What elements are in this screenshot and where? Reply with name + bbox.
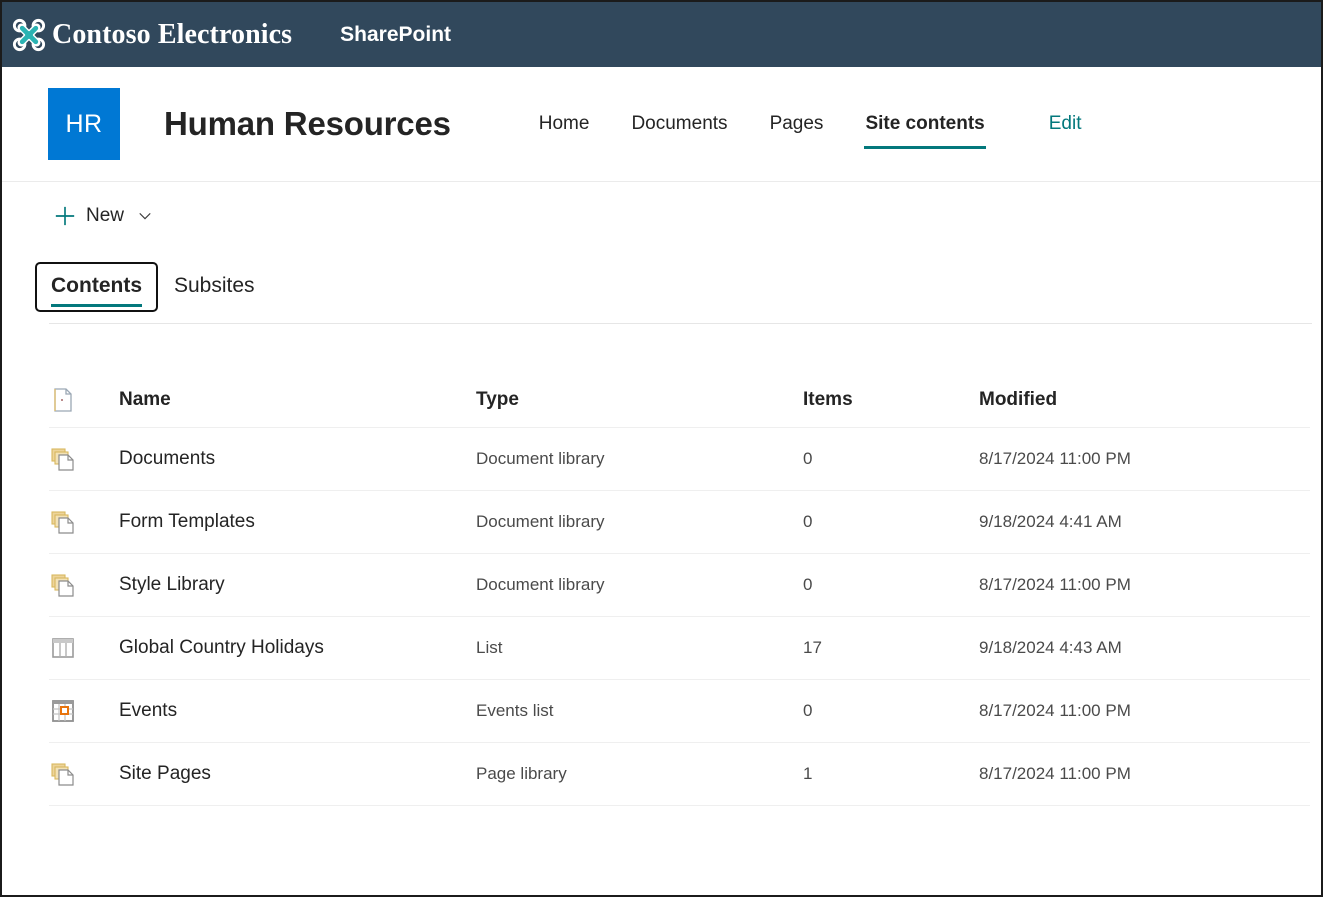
site-header: HR Human Resources Home Documents Pages …: [2, 67, 1321, 182]
column-header-name[interactable]: Name: [119, 389, 476, 411]
row-icon-cell: [49, 508, 119, 536]
plus-icon: [54, 205, 76, 227]
row-modified: 8/17/2024 11:00 PM: [979, 449, 1310, 469]
site-contents-table: Name Type Items Modified Documents Docum…: [49, 372, 1310, 806]
tab-subsites[interactable]: Subsites: [158, 262, 271, 312]
tab-contents-label: Contents: [51, 274, 142, 297]
table-row[interactable]: Form Templates Document library 0 9/18/2…: [49, 491, 1310, 554]
table-header-row: Name Type Items Modified: [49, 372, 1310, 428]
row-name-site-pages[interactable]: Site Pages: [119, 763, 476, 785]
row-items: 1: [803, 764, 979, 784]
column-header-items[interactable]: Items: [803, 389, 979, 411]
row-type: Document library: [476, 575, 803, 595]
nav-item-site-contents[interactable]: Site contents: [844, 107, 1005, 141]
row-icon-cell: [49, 760, 119, 788]
new-button-label: New: [86, 205, 124, 227]
row-items: 0: [803, 449, 979, 469]
document-library-icon: [49, 508, 77, 536]
row-type: Document library: [476, 449, 803, 469]
table-row[interactable]: Style Library Document library 0 8/17/20…: [49, 554, 1310, 617]
row-modified: 8/17/2024 11:00 PM: [979, 764, 1310, 784]
command-bar: New: [2, 182, 1321, 250]
brand-area[interactable]: Contoso Electronics: [12, 18, 292, 52]
row-items: 17: [803, 638, 979, 658]
row-icon-cell: [49, 634, 119, 662]
table-row[interactable]: Site Pages Page library 1 8/17/2024 11:0…: [49, 743, 1310, 806]
row-icon-cell: [49, 445, 119, 473]
suite-bar: Contoso Electronics SharePoint: [2, 2, 1321, 67]
document-library-icon: [49, 571, 77, 599]
tab-contents[interactable]: Contents: [35, 262, 158, 312]
nav-item-pages[interactable]: Pages: [749, 107, 845, 141]
document-icon: [49, 386, 77, 414]
row-items: 0: [803, 512, 979, 532]
suite-app-name[interactable]: SharePoint: [340, 23, 451, 47]
tab-contents-underline: [51, 304, 142, 307]
pivot-tabs-area: Contents Subsites: [2, 250, 1321, 324]
sharepoint-site-contents-page: Contoso Electronics SharePoint HR Human …: [0, 0, 1323, 897]
page-title: Human Resources: [164, 105, 451, 143]
new-button[interactable]: New: [46, 199, 160, 233]
row-modified: 9/18/2024 4:43 AM: [979, 638, 1310, 658]
pivot-tabs: Contents Subsites: [35, 262, 1321, 312]
row-type: Page library: [476, 764, 803, 784]
row-type: Document library: [476, 512, 803, 532]
row-modified: 8/17/2024 11:00 PM: [979, 701, 1310, 721]
row-icon-cell: [49, 571, 119, 599]
pivot-divider: [49, 323, 1312, 324]
column-header-type[interactable]: Type: [476, 389, 803, 411]
row-modified: 9/18/2024 4:41 AM: [979, 512, 1310, 532]
chevron-down-icon: [138, 209, 152, 223]
site-logo[interactable]: HR: [48, 88, 120, 160]
document-library-icon: [49, 445, 77, 473]
list-icon: [49, 634, 77, 662]
table-row[interactable]: Documents Document library 0 8/17/2024 1…: [49, 428, 1310, 491]
events-calendar-icon: [49, 697, 77, 725]
nav-item-documents[interactable]: Documents: [610, 107, 748, 141]
row-name-documents[interactable]: Documents: [119, 448, 476, 470]
row-icon-cell: [49, 697, 119, 725]
table-row[interactable]: Global Country Holidays List 17 9/18/202…: [49, 617, 1310, 680]
header-icon-cell: [49, 386, 119, 414]
row-items: 0: [803, 701, 979, 721]
table-row[interactable]: Events Events list 0 8/17/2024 11:00 PM: [49, 680, 1310, 743]
column-header-modified[interactable]: Modified: [979, 389, 1310, 411]
row-name-form-templates[interactable]: Form Templates: [119, 511, 476, 533]
nav-item-home[interactable]: Home: [518, 107, 611, 141]
row-name-global-country-holidays[interactable]: Global Country Holidays: [119, 637, 476, 659]
brand-name: Contoso Electronics: [52, 19, 292, 51]
site-navigation: Home Documents Pages Site contents Edit: [518, 107, 1103, 141]
row-items: 0: [803, 575, 979, 595]
document-library-icon: [49, 760, 77, 788]
drone-logo-icon: [12, 18, 46, 52]
row-type: List: [476, 638, 803, 658]
row-name-events[interactable]: Events: [119, 700, 476, 722]
row-name-style-library[interactable]: Style Library: [119, 574, 476, 596]
tab-subsites-label: Subsites: [174, 274, 255, 297]
nav-edit-link[interactable]: Edit: [1028, 107, 1103, 141]
row-modified: 8/17/2024 11:00 PM: [979, 575, 1310, 595]
row-type: Events list: [476, 701, 803, 721]
